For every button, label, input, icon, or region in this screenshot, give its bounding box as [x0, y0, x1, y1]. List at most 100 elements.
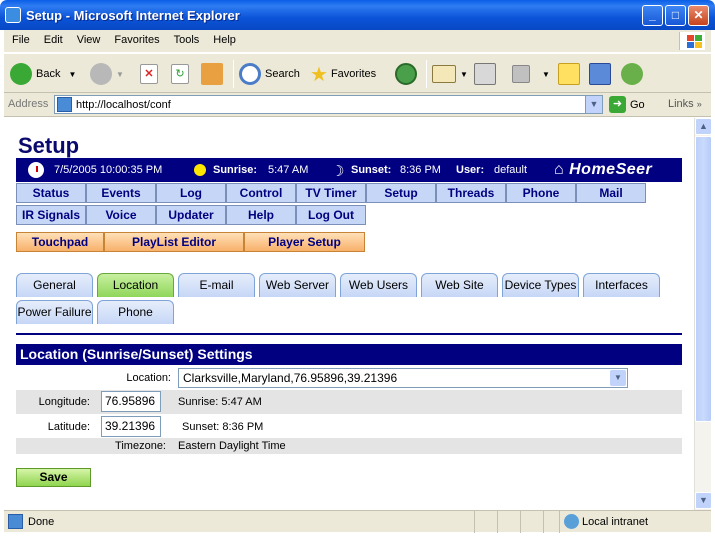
- favorites-button[interactable]: ★ Favorites: [310, 60, 376, 88]
- chevron-down-icon: ▼: [68, 69, 77, 79]
- menu-help[interactable]: Help: [205, 30, 242, 46]
- nav-phone[interactable]: Phone: [506, 183, 576, 203]
- toolbar: Back ▼ ▼ ✕ ↻ Search ★ Favorites ▼ ▼: [4, 53, 711, 93]
- longitude-row: Longitude: 76.95896 Sunrise: 5:47 AM: [16, 390, 682, 414]
- chevron-down-icon: ▼: [116, 69, 124, 79]
- chevron-down-icon[interactable]: ▼: [585, 96, 602, 113]
- menu-bar: File Edit View Favorites Tools Help: [4, 30, 711, 52]
- go-label: Go: [630, 98, 645, 111]
- nav-help[interactable]: Help: [226, 205, 296, 225]
- note-icon: [558, 63, 580, 85]
- moon-icon: ☽: [331, 163, 345, 180]
- sunset-text: Sunset: 8:36 PM: [182, 421, 264, 433]
- section-header: Location (Sunrise/Sunset) Settings: [16, 344, 682, 365]
- scroll-up-icon[interactable]: ▲: [695, 118, 712, 135]
- home-button[interactable]: [201, 60, 227, 88]
- history-button[interactable]: [395, 60, 421, 88]
- zone-text: Local intranet: [582, 516, 649, 528]
- refresh-button[interactable]: ↻: [171, 60, 193, 88]
- search-button[interactable]: Search: [239, 60, 300, 88]
- close-button[interactable]: ✕: [688, 5, 709, 26]
- nav-player-setup[interactable]: Player Setup: [244, 232, 365, 252]
- tab-email[interactable]: E-mail: [178, 273, 255, 297]
- sun-icon: [194, 164, 206, 176]
- nav-log-out[interactable]: Log Out: [296, 205, 366, 225]
- nav-touchpad[interactable]: Touchpad: [16, 232, 104, 252]
- tab-web-users[interactable]: Web Users: [340, 273, 417, 297]
- stop-button[interactable]: ✕: [140, 60, 162, 88]
- timezone-row: Timezone: Eastern Daylight Time: [16, 438, 682, 454]
- go-button[interactable]: ➜ Go: [609, 96, 645, 113]
- save-button[interactable]: Save: [16, 468, 91, 487]
- homeseer-logo: ⌂ HomeSeer: [554, 161, 653, 178]
- timezone-value: Eastern Daylight Time: [178, 440, 286, 452]
- back-button[interactable]: Back ▼: [10, 60, 76, 88]
- user-name: default: [494, 164, 528, 176]
- links-button[interactable]: Links »: [668, 98, 702, 110]
- menu-file[interactable]: File: [4, 30, 36, 46]
- forward-button[interactable]: ▼: [90, 60, 124, 88]
- nav-control[interactable]: Control: [226, 183, 296, 203]
- tab-phone[interactable]: Phone: [97, 300, 174, 324]
- nav-log[interactable]: Log: [156, 183, 226, 203]
- nav-playlist-editor[interactable]: PlayList Editor: [104, 232, 244, 252]
- nav-updater[interactable]: Updater: [156, 205, 226, 225]
- users-icon: [621, 63, 643, 85]
- minimize-button[interactable]: _: [642, 5, 663, 26]
- favorites-label: Favorites: [330, 68, 377, 80]
- menu-edit[interactable]: Edit: [36, 30, 69, 46]
- nav-ir-signals[interactable]: IR Signals: [16, 205, 86, 225]
- history-icon: [395, 63, 417, 85]
- print-button[interactable]: [474, 60, 500, 88]
- tab-location[interactable]: Location: [97, 273, 174, 297]
- sunrise-time: 5:47 AM: [268, 164, 309, 176]
- nav-tv-timer[interactable]: TV Timer: [296, 183, 366, 203]
- star-icon: ★: [310, 63, 328, 86]
- back-arrow-icon: [10, 63, 32, 85]
- windows-logo-icon: [679, 32, 705, 50]
- nav-status[interactable]: Status: [16, 183, 86, 203]
- longitude-input[interactable]: 76.95896: [101, 391, 161, 412]
- homeseer-info-bar: 7/5/2005 10:00:35 PM Sunrise: 5:47 AM ☽ …: [16, 158, 682, 182]
- tab-interfaces[interactable]: Interfaces: [583, 273, 660, 297]
- sunrise-label: Sunrise:: [213, 164, 258, 176]
- status-bar: Done Local intranet: [4, 510, 711, 533]
- status-text: Done: [28, 516, 55, 528]
- timezone-label: Timezone:: [115, 440, 166, 452]
- tab-power-failure[interactable]: Power Failure: [16, 300, 93, 324]
- scroll-thumb[interactable]: [695, 136, 712, 422]
- messenger-button[interactable]: [589, 60, 615, 88]
- nav-setup[interactable]: Setup: [366, 183, 436, 203]
- tab-device-types[interactable]: Device Types: [502, 273, 579, 297]
- chevron-down-icon: ▼: [460, 69, 468, 79]
- menu-view[interactable]: View: [69, 30, 107, 46]
- links-label: Links: [668, 98, 694, 110]
- nav-events[interactable]: Events: [86, 183, 156, 203]
- menu-tools[interactable]: Tools: [166, 30, 206, 46]
- chevron-right-icon: »: [696, 99, 702, 109]
- latitude-input[interactable]: 39.21396: [101, 416, 161, 437]
- users-button[interactable]: [621, 60, 647, 88]
- ie-icon: [5, 7, 21, 23]
- tab-general[interactable]: General: [16, 273, 93, 297]
- homeseer-logo-text: HomeSeer: [569, 161, 653, 178]
- page-icon: [57, 97, 72, 112]
- vertical-scrollbar[interactable]: ▲ ▼: [694, 118, 712, 510]
- nav-threads[interactable]: Threads: [436, 183, 506, 203]
- nav-mail[interactable]: Mail: [576, 183, 646, 203]
- discuss-button[interactable]: [558, 60, 584, 88]
- address-input[interactable]: http://localhost/conf ▼: [54, 95, 603, 114]
- location-select[interactable]: Clarksville,Maryland,76.95896,39.21396 ▼: [178, 368, 628, 388]
- scroll-down-icon[interactable]: ▼: [695, 492, 712, 509]
- maximize-button[interactable]: □: [665, 5, 686, 26]
- mail-button[interactable]: ▼: [432, 60, 468, 88]
- clock-icon: [28, 162, 44, 178]
- status-cell: [543, 511, 544, 533]
- menu-favorites[interactable]: Favorites: [106, 30, 165, 46]
- tab-web-site[interactable]: Web Site: [421, 273, 498, 297]
- edit-button[interactable]: ▼: [512, 60, 550, 88]
- nav-voice[interactable]: Voice: [86, 205, 156, 225]
- tab-web-server[interactable]: Web Server: [259, 273, 336, 297]
- go-arrow-icon: ➜: [609, 96, 626, 113]
- latitude-row: Latitude: 39.21396 Sunset: 8:36 PM: [16, 414, 682, 438]
